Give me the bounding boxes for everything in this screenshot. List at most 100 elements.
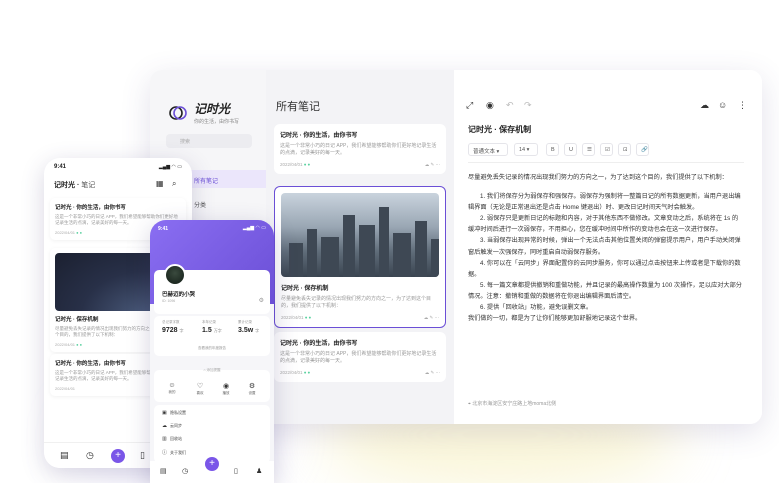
editor-paragraph: 6. 提供「回收站」功能，避免误删文章。 <box>480 304 593 312</box>
phone-app-name: 记时光 <box>54 182 75 189</box>
editor-content[interactable]: 尽量避免丢失记录的情况出现我们努力的方向之一，为了达到这个目的，我们提供了以下机… <box>468 172 744 324</box>
add-note-button[interactable]: + <box>205 457 219 471</box>
redo-icon[interactable]: ↷ <box>524 100 532 111</box>
quick-action-label: 我的 <box>168 390 176 394</box>
brand-slogan: 你的生活，由你书写 <box>194 119 240 125</box>
note-meta: 2022/04/01 ●● ☁ ✎ ⋯ <box>280 162 440 168</box>
stat-item: 累计记录 3.5w 字 <box>238 320 259 334</box>
underline-label: U <box>569 147 573 153</box>
editor-paragraph: 我们做的一切，都是为了让你们能够更加舒服地记录这个世界。 <box>468 315 642 323</box>
clock-tab-icon[interactable]: ◷ <box>182 467 188 475</box>
sidebar-item-label: 所有笔记 <box>194 179 219 185</box>
status-icons: ▂▄▆ ◠ ▭ <box>242 225 266 231</box>
note-actions-icon[interactable]: ☁ ✎ ⋯ <box>424 315 439 321</box>
note-card[interactable]: 记时光 · 你的生活，由你书写 这是一个非常小巧的日记 APP，我们希望能够帮助… <box>274 332 446 382</box>
quick-action[interactable]: ♡ 喜欢 <box>190 376 210 396</box>
quick-action-label: 喜欢 <box>196 391 204 395</box>
menu-item-about[interactable]: ⓘ 关于我们 <box>162 449 186 456</box>
calendar-icon[interactable]: ▦ <box>156 179 164 188</box>
heart-icon: ♡ <box>196 383 204 390</box>
stat-label: 累计记录 <box>238 320 252 324</box>
note-title: 记时光 · 你的生活，由你书写 <box>280 341 358 347</box>
phone-section-title: 笔记 <box>81 182 96 189</box>
card-date: 2022/04/01 <box>55 342 76 347</box>
note-preview: 这是一个非常小巧的日记 APP，我们希望能够帮助你们更好地记录生活的点滴，记录美… <box>280 143 437 156</box>
link-button[interactable]: 🔗 <box>636 143 649 156</box>
quick-action[interactable]: ◉ 播放 <box>216 376 236 396</box>
status-time: 9:41 <box>158 226 169 232</box>
smile-icon[interactable]: ☺ <box>718 100 727 110</box>
more-vertical-icon[interactable]: ⋮ <box>738 100 747 111</box>
note-card-selected[interactable]: 记时光 · 保存机制 尽量避免丢失记录的情况出现我们努力的方向之一，为了达到这个… <box>274 186 446 328</box>
editor-paragraph: 3. 当弱保存出现异常的时候，弹出一个无法点击其他位置关闭的弹窗提示用户，用户手… <box>468 237 741 256</box>
checkbox-icon: ☑ <box>605 147 610 153</box>
stat-item: 本年记录 1.5 万字 <box>202 320 222 334</box>
brand-name: 记时光 <box>194 102 231 116</box>
bold-button[interactable]: B <box>546 143 559 156</box>
status-dots-icon: ●● <box>303 162 312 167</box>
menu-item-label: 隐私设置 <box>170 410 186 415</box>
quick-action-label: 播放 <box>222 391 230 395</box>
editor-paragraph: 2. 弱保存只是更新日记的标题和内容，对于其他东西不做修改。文章变动之后，系统将… <box>468 215 739 234</box>
status-dots-icon: ●● <box>303 370 312 375</box>
avatar[interactable] <box>164 264 186 286</box>
list-button[interactable]: ☰ <box>582 143 595 156</box>
divider <box>468 162 744 163</box>
notes-tab-icon[interactable]: ▤ <box>60 450 69 461</box>
image-icon: ⊡ <box>623 147 628 153</box>
list-title: 所有笔记 <box>276 101 320 113</box>
card-date: 2022/04/01 <box>55 386 76 391</box>
format-style-select[interactable]: 普通文本 ▾ <box>468 143 508 156</box>
stat-unit: 字 <box>255 328 260 333</box>
note-actions-icon[interactable]: ☁ ✎ ⋯ <box>425 162 440 168</box>
stat-value: 3.5w <box>238 327 254 334</box>
report-link[interactable]: 查看我的年度报告 <box>154 346 270 351</box>
add-note-button[interactable]: + <box>111 449 125 463</box>
search-input[interactable]: 搜索 <box>166 134 252 148</box>
editor-title: 记时光 · 保存机制 <box>468 125 532 134</box>
format-style-value: 普通文本 <box>473 149 496 155</box>
quick-action-label: 设置 <box>248 391 256 395</box>
checkbox-button[interactable]: ☑ <box>600 143 613 156</box>
undo-icon[interactable]: ↶ <box>506 100 514 111</box>
app-logo-icon <box>169 105 187 120</box>
quick-action[interactable]: ☺ 我的 <box>162 376 182 395</box>
notes-tab-icon[interactable]: ▤ <box>160 467 167 475</box>
menu-item-trash[interactable]: ▥ 回收站 <box>162 436 182 442</box>
profile-card[interactable]: 巴赫迈的小哭 ID: 1096 ⚙ <box>154 264 270 314</box>
menu-item-privacy[interactable]: ▣ 隐私设置 <box>162 410 186 416</box>
status-time: 9:41 <box>54 164 67 170</box>
lock-icon: ▣ <box>162 410 167 416</box>
note-title: 记时光 · 保存机制 <box>281 286 329 292</box>
eye-icon[interactable]: ◉ <box>486 100 494 111</box>
book-tab-icon[interactable]: ▯ <box>234 467 238 475</box>
reminder-bar[interactable]: ⌂ 添加提醒 <box>154 368 270 373</box>
settings-icon[interactable]: ⚙ <box>259 297 264 304</box>
bold-label: B <box>551 147 555 153</box>
phone-header: 记时光 · 笔记 <box>54 182 96 189</box>
stat-label: 总记录字数 <box>162 320 180 324</box>
note-list-pane: 所有笔记 记时光 · 你的生活，由你书写 这是一个非常小巧的日记 APP，我们希… <box>266 70 454 424</box>
editor-paragraph: 4. 你可以在「云同步」界面配置你的云同步服务，你可以通过点击按钮来上传或者是下… <box>468 259 741 278</box>
expand-icon[interactable]: ⤢ <box>466 100 473 111</box>
font-size-select[interactable]: 14 ▾ <box>514 143 538 156</box>
underline-button[interactable]: U <box>564 143 577 156</box>
quick-action[interactable]: ⚙ 设置 <box>242 376 262 396</box>
play-icon: ◉ <box>222 383 230 390</box>
image-button[interactable]: ⊡ <box>618 143 631 156</box>
clock-tab-icon[interactable]: ◷ <box>86 450 94 461</box>
menu-item-cloud-sync[interactable]: ☁ 云同步 <box>162 423 182 429</box>
tab-bar: ▤ ◷ + ▯ ♟ <box>150 457 274 483</box>
search-icon[interactable]: ⌕ <box>172 179 176 189</box>
editor-paragraph: 尽量避免丢失记录的情况出现我们努力的方向之一，为了达到这个目的，我们提供了以下机… <box>468 174 728 181</box>
sidebar-item-label: 分类 <box>194 203 207 209</box>
marketing-stage: 记时光 你的生活，由你书写 搜索 所有笔记 分类 所有笔记 记时光 · 你的生活… <box>0 0 779 483</box>
note-date: 2022/04/01 <box>280 370 303 375</box>
cloud-icon[interactable]: ☁ <box>700 100 709 111</box>
smile-icon: ☺ <box>168 382 176 389</box>
book-tab-icon[interactable]: ▯ <box>140 450 145 461</box>
note-actions-icon[interactable]: ☁ ✎ ⋯ <box>425 370 440 376</box>
profile-tab-icon[interactable]: ♟ <box>256 467 262 475</box>
status-dots-icon: ●● <box>76 230 83 235</box>
note-card[interactable]: 记时光 · 你的生活，由你书写 这是一个非常小巧的日记 APP，我们希望能够帮助… <box>274 124 446 174</box>
